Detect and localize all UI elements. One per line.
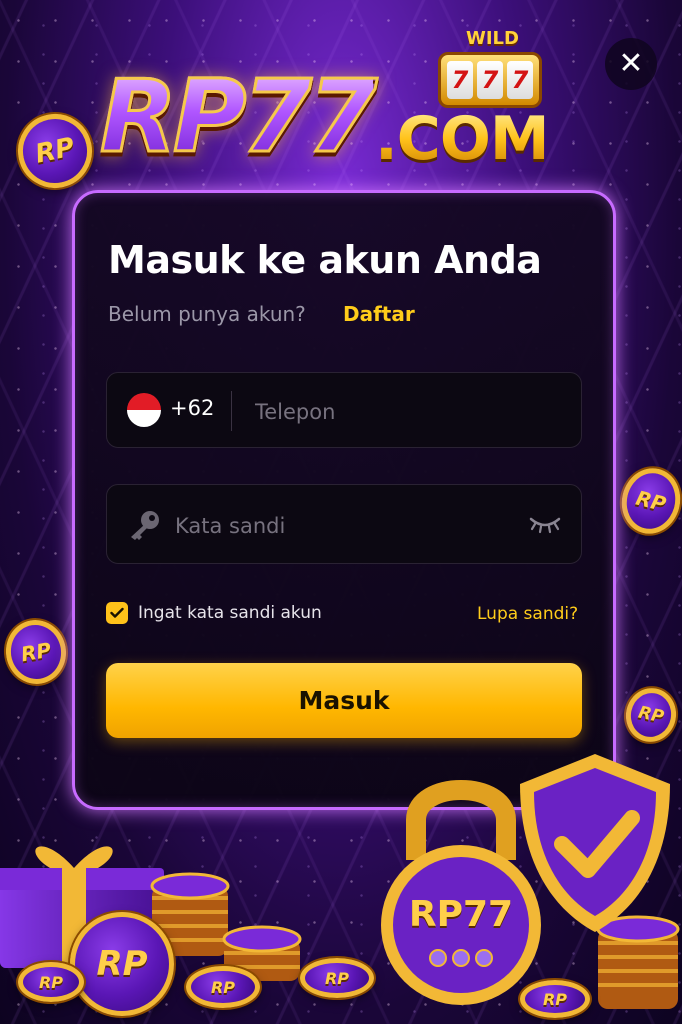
- remember-password-checkbox[interactable]: Ingat kata sandi akun: [106, 602, 322, 624]
- coin-icon: RP: [614, 461, 682, 541]
- slot-wild-label: WILD: [466, 28, 519, 49]
- coin-icon: RP: [11, 107, 99, 195]
- coin-icon: RP: [18, 962, 84, 1002]
- phone-input[interactable]: [253, 393, 557, 431]
- coin-label: RP: [210, 977, 236, 997]
- close-icon: ✕: [618, 47, 644, 80]
- register-prompt: Belum punya akun?: [108, 302, 306, 326]
- login-button[interactable]: Masuk: [106, 663, 582, 738]
- coin-icon: RP: [620, 683, 682, 747]
- padlock-icon: RP77: [376, 760, 546, 1010]
- coin-label: RP: [636, 702, 666, 728]
- eye-closed-icon[interactable]: [527, 511, 563, 535]
- password-input[interactable]: [173, 507, 497, 545]
- brand-logo-suffix: .COM: [375, 104, 550, 174]
- padlock-label: RP77: [408, 894, 514, 935]
- coin-icon: RP: [300, 958, 374, 998]
- indonesia-flag-icon[interactable]: [127, 393, 161, 427]
- slot-reel: 7: [477, 61, 503, 99]
- country-code[interactable]: +62: [170, 396, 214, 420]
- password-field: [106, 484, 582, 564]
- coin-label: RP: [19, 637, 53, 667]
- coin-label: RP: [324, 968, 350, 988]
- coin-label: RP: [633, 485, 669, 517]
- coin-label: RP: [38, 972, 64, 992]
- key-icon: [131, 511, 159, 540]
- coin-icon: RP: [0, 615, 72, 689]
- checkmark-icon: [110, 607, 124, 618]
- slot-reel: 7: [507, 61, 533, 99]
- checkbox-checked-icon[interactable]: [106, 602, 128, 624]
- phone-field: +62: [106, 372, 582, 448]
- forgot-password-link[interactable]: Lupa sandi?: [477, 604, 578, 624]
- brand-logo-main: RP77: [98, 58, 378, 175]
- padlock-shape: [381, 780, 541, 1005]
- remember-password-label: Ingat kata sandi akun: [138, 603, 322, 623]
- coin-label: RP: [96, 944, 148, 984]
- coin-label: RP: [542, 989, 568, 1009]
- coin-icon: RP: [186, 966, 260, 1008]
- close-button[interactable]: ✕: [605, 38, 657, 90]
- coin-icon: RP: [70, 912, 174, 1016]
- page-title: Masuk ke akun Anda: [108, 238, 542, 282]
- register-link[interactable]: Daftar: [343, 302, 415, 326]
- slot-reel: 7: [447, 61, 473, 99]
- slot-reels: 7 7 7: [438, 52, 542, 108]
- slot-machine-icon: WILD 7 7 7: [420, 28, 560, 112]
- field-divider: [231, 391, 232, 431]
- coin-label: RP: [32, 132, 78, 170]
